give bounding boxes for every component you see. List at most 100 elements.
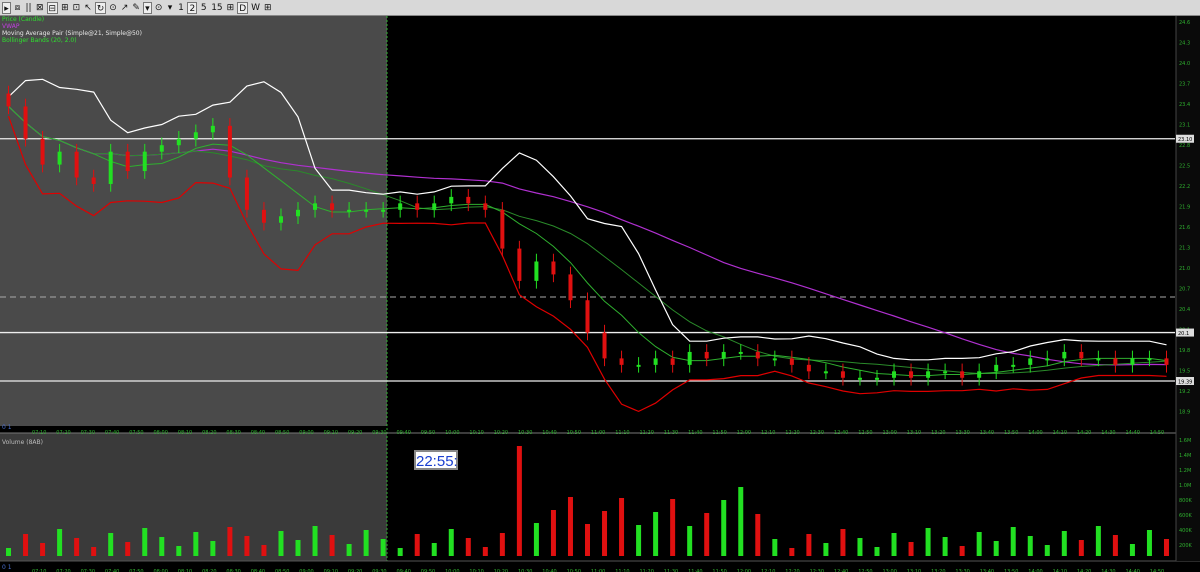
candle-body: [244, 177, 249, 210]
candle-body: [1164, 358, 1169, 365]
volume-bar: [602, 511, 608, 556]
time-tick-label: 08:20: [202, 430, 216, 436]
toolbar-button-11[interactable]: ✎: [131, 2, 141, 14]
volume-bar: [380, 539, 386, 556]
toolbar-button-16[interactable]: 2: [187, 1, 198, 14]
candle-body: [347, 209, 352, 212]
time-tick-label: 07:40: [105, 430, 119, 436]
candle-body: [670, 358, 675, 365]
candle-body: [823, 371, 828, 374]
legend-vwap[interactable]: VWAP: [2, 23, 142, 30]
price-tick-label: 21.9: [1179, 205, 1190, 211]
toolbar-button-18[interactable]: 15: [210, 2, 223, 14]
volume-bar: [721, 500, 727, 556]
time-tick-label: 10:30: [518, 430, 532, 436]
price-chart[interactable]: 24.6 24.3 24.0 23.7 23.4 23.1 22.8 22.5 22.2 21.9…: [0, 16, 1200, 572]
legend-price[interactable]: Price (Candle): [2, 16, 142, 23]
volume-bar: [125, 542, 131, 556]
legend-bollinger[interactable]: Bollinger Bands (20, 2.0): [2, 37, 142, 44]
candle-body: [568, 274, 573, 301]
volume-bar: [346, 544, 352, 556]
toolbar-button-3[interactable]: ⊠: [35, 2, 45, 14]
toolbar-button-2[interactable]: ||: [24, 2, 33, 14]
volume-bar: [482, 547, 488, 556]
candle-body: [432, 203, 437, 210]
time-tick-label: 07:30: [81, 430, 95, 436]
volume-bar: [533, 523, 539, 556]
volume-bar: [363, 530, 369, 556]
toolbar-button-17[interactable]: 5: [199, 2, 208, 14]
volume-bar: [806, 534, 812, 556]
candle-body: [57, 151, 62, 165]
toolbar-button-8[interactable]: ↻: [94, 1, 107, 14]
candle-body: [687, 351, 692, 365]
volume-bar: [74, 538, 80, 556]
price-tick-label: 23.4: [1179, 102, 1190, 108]
price-tick-label: 23.1: [1179, 123, 1190, 129]
volume-tick-label: 400K: [1179, 528, 1193, 534]
candle-body: [466, 196, 471, 204]
toolbar-button-14[interactable]: ▾: [165, 2, 174, 14]
legend-moving-average[interactable]: Moving Average Pair (Simple@21, Simple@5…: [2, 30, 142, 37]
toolbar-button-0[interactable]: ▸: [2, 1, 11, 14]
clock-display: 22:55:: [414, 450, 458, 470]
candle-body: [1062, 351, 1067, 359]
volume-bar: [789, 548, 795, 556]
volume-bar: [499, 533, 505, 556]
toolbar-button-19[interactable]: ⊞: [226, 2, 236, 14]
candle-body: [278, 216, 283, 223]
time-tick-label: 14:20: [1077, 430, 1091, 436]
toolbar-button-9[interactable]: ⊙: [108, 2, 118, 14]
candle-body: [108, 151, 113, 184]
candle-body: [261, 209, 266, 223]
candle-body: [125, 151, 130, 172]
time-tick-label: 08:30: [226, 430, 240, 436]
toolbar-button-4[interactable]: ⊟: [46, 1, 59, 14]
candle-body: [585, 300, 590, 333]
time-tick-label: 07:10: [32, 430, 46, 436]
time-tick-label: 08:00: [154, 430, 168, 436]
time-tick-label: 10:50: [567, 430, 581, 436]
price-tick-label: 24.3: [1179, 41, 1190, 47]
time-tick-label: 08:10: [178, 430, 192, 436]
volume-bar: [210, 541, 216, 556]
candle-body: [960, 371, 965, 378]
time-tick-label: 09:10: [324, 430, 338, 436]
toolbar-button-21[interactable]: W: [250, 2, 261, 14]
toolbar-button-22[interactable]: ⊞: [263, 2, 273, 14]
volume-tick-label: 1.2M: [1179, 468, 1191, 474]
toolbar-button-5[interactable]: ⊞: [60, 2, 70, 14]
time-tick-label: 12:10: [761, 430, 775, 436]
volume-bar: [550, 510, 556, 556]
time-tick-label: 09:40: [397, 430, 411, 436]
candle-body: [1113, 358, 1118, 365]
volume-bar: [772, 539, 778, 556]
time-tick-label: 12:00: [737, 430, 751, 436]
volume-bar: [448, 529, 454, 556]
toolbar-button-6[interactable]: ⊡: [72, 2, 82, 14]
level-tag-label: 19.39: [1178, 380, 1192, 386]
toolbar-button-7[interactable]: ↖: [83, 2, 93, 14]
toolbar-button-1[interactable]: ⧈: [13, 2, 22, 14]
candle-body: [619, 358, 624, 365]
time-tick-label: 13:00: [883, 430, 897, 436]
candle-body: [721, 351, 726, 359]
toolbar-button-12[interactable]: ▾: [142, 1, 152, 14]
price-tick-label: 18.9: [1179, 410, 1190, 416]
time-tick-label: 14:00: [1028, 430, 1042, 436]
toolbar-button-15[interactable]: 1: [176, 2, 185, 14]
candle-body: [159, 145, 164, 152]
volume-bar: [993, 541, 999, 556]
volume-bar: [193, 532, 199, 556]
toolbar-button-20[interactable]: D: [237, 1, 249, 14]
volume-bar: [397, 548, 403, 556]
time-tick-label: 10:10: [469, 430, 483, 436]
price-tick-label: 19.2: [1179, 389, 1190, 395]
volume-tick-label: 1.6M: [1179, 438, 1191, 444]
candle-body: [1147, 358, 1152, 361]
volume-bar: [738, 487, 744, 556]
toolbar-button-10[interactable]: ↗: [120, 2, 130, 14]
toolbar-button-13[interactable]: ⊙: [154, 2, 164, 14]
volume-bar: [687, 526, 693, 556]
price-tick-label: 19.5: [1179, 369, 1190, 375]
